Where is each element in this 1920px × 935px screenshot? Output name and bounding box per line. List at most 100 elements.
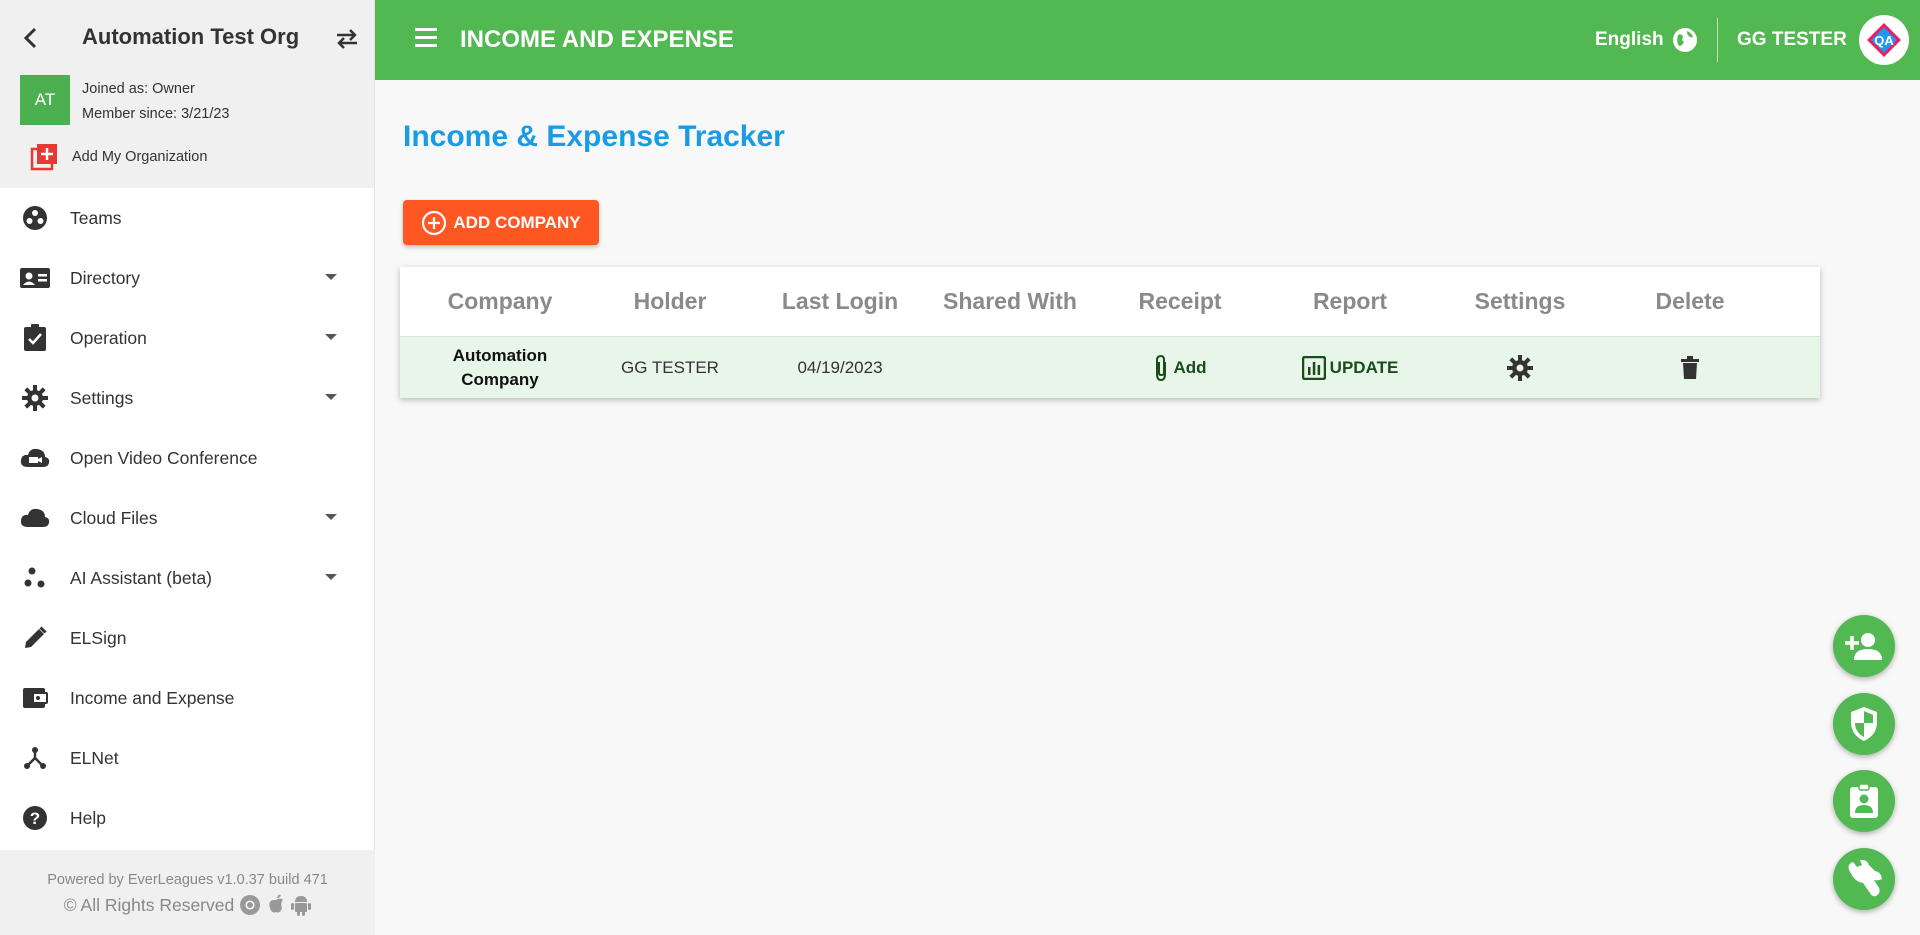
sidebar-item-label: Help	[70, 807, 106, 828]
column-header-last-login: Last Login	[781, 288, 899, 314]
receipt-cell: Add	[1095, 337, 1265, 398]
companies-table: Company Holder Last Login Shared With Re…	[400, 267, 1820, 398]
sidebar-item-label: AI Assistant (beta)	[70, 567, 213, 588]
add-organization-button[interactable]: Add My Organization	[30, 143, 207, 171]
sidebar-item-directory[interactable]: Directory	[0, 248, 375, 308]
sidebar-item-label: ELNet	[70, 747, 119, 768]
sidebar-item-label: Teams	[70, 207, 122, 228]
svg-text:?: ?	[30, 809, 40, 828]
sidebar-item-label: Open Video Conference	[70, 447, 258, 468]
sidebar-item-help[interactable]: ? Help	[0, 788, 375, 848]
chevron-down-icon[interactable]	[325, 514, 337, 520]
chevron-down-icon[interactable]	[325, 574, 337, 580]
sidebar: Automation Test Org AT Joined as: Owner …	[0, 0, 375, 935]
top-bar: INCOME AND EXPENSE English GG TESTER QA	[375, 0, 1920, 80]
page-heading: Income & Expense Tracker	[403, 120, 785, 153]
receipt-add-label: Add	[1173, 357, 1207, 377]
sidebar-item-label: Income and Expense	[70, 687, 235, 708]
company-name-line1: Automation	[452, 345, 548, 365]
hamburger-menu-icon[interactable]	[415, 28, 439, 52]
sidebar-item-video-conference[interactable]: Open Video Conference	[0, 428, 375, 488]
settings-cell	[1435, 337, 1605, 398]
dots-icon	[20, 563, 50, 593]
sidebar-item-elsign[interactable]: ELSign	[0, 608, 375, 668]
chevron-down-icon[interactable]	[325, 274, 337, 280]
sidebar-item-elnet[interactable]: ELNet	[0, 728, 375, 788]
sidebar-item-label: Directory	[70, 267, 141, 288]
add-org-label: Add My Organization	[72, 149, 208, 165]
last-login-cell: 04/19/2023	[797, 357, 883, 377]
chevron-down-icon[interactable]	[325, 394, 337, 400]
column-header-company: Company	[447, 288, 553, 314]
paperclip-icon	[1156, 354, 1167, 381]
user-name: GG TESTER	[1737, 29, 1847, 50]
column-header-receipt: Receipt	[1138, 288, 1222, 314]
back-icon[interactable]	[18, 24, 42, 52]
contact-card-icon	[20, 263, 50, 293]
update-report-button[interactable]: UPDATE	[1301, 355, 1399, 380]
help-icon: ?	[20, 803, 50, 833]
joined-as-text: Joined as: Owner	[82, 81, 195, 97]
sidebar-item-label: Operation	[70, 327, 147, 348]
tools-fab[interactable]	[1833, 848, 1895, 910]
header-divider	[1717, 18, 1718, 62]
table-header: Company Holder Last Login Shared With Re…	[400, 267, 1820, 337]
wallet-icon	[20, 683, 50, 713]
sidebar-item-operation[interactable]: Operation	[0, 308, 375, 368]
page-title: INCOME AND EXPENSE	[460, 26, 734, 53]
org-name: Automation Test Org	[82, 24, 300, 49]
add-company-button[interactable]: ADD COMPANY	[403, 200, 599, 245]
member-info: Joined as: Owner Member since: 3/21/23	[82, 77, 230, 127]
globe-icon	[1672, 28, 1697, 52]
table-row-spacer	[400, 337, 415, 398]
contact-fab[interactable]	[1833, 770, 1895, 832]
sidebar-nav: Teams Directory Operation Settings Open …	[0, 188, 375, 848]
sidebar-item-label: Cloud Files	[70, 507, 158, 528]
powered-by-text: Powered by EverLeagues v1.0.37 build 471	[47, 872, 328, 888]
sidebar-item-ai-assistant[interactable]: AI Assistant (beta)	[0, 548, 375, 608]
person-add-icon	[1845, 633, 1882, 660]
company-cell[interactable]: Automation Company	[415, 337, 585, 398]
sidebar-item-settings[interactable]: Settings	[0, 368, 375, 428]
column-header-holder: Holder	[633, 288, 707, 314]
bar-chart-icon	[1301, 355, 1326, 380]
language-selector[interactable]: English	[1595, 27, 1698, 53]
rights-text: © All Rights Reserved	[63, 894, 235, 915]
gear-icon[interactable]	[1507, 354, 1533, 381]
gear-icon	[20, 383, 50, 413]
add-circle-icon	[422, 210, 447, 235]
language-label: English	[1595, 29, 1664, 50]
assignment-ind-icon	[1850, 783, 1878, 818]
switch-org-icon[interactable]	[334, 26, 360, 52]
chevron-down-icon[interactable]	[325, 334, 337, 340]
apple-icon[interactable]	[266, 894, 286, 916]
sidebar-item-income-expense[interactable]: Income and Expense	[0, 668, 375, 728]
shield-icon	[1851, 707, 1877, 741]
report-update-label: UPDATE	[1329, 357, 1399, 377]
sidebar-item-cloud-files[interactable]: Cloud Files	[0, 488, 375, 548]
report-cell: UPDATE	[1265, 337, 1435, 398]
org-header: Automation Test Org AT Joined as: Owner …	[0, 0, 374, 188]
chrome-icon[interactable]	[239, 894, 261, 916]
rights-row: © All Rights Reserved	[0, 894, 375, 916]
shared-with-cell	[925, 337, 1095, 398]
wrench-icon	[1848, 860, 1882, 897]
avatar-text: QA	[1874, 33, 1894, 48]
security-fab[interactable]	[1833, 693, 1895, 755]
trash-icon[interactable]	[1680, 355, 1700, 380]
add-receipt-button[interactable]: Add	[1153, 354, 1207, 382]
sidebar-item-label: ELSign	[70, 627, 127, 648]
delete-cell	[1605, 337, 1775, 398]
sidebar-item-teams[interactable]: Teams	[0, 188, 375, 248]
column-header-report: Report	[1312, 288, 1388, 314]
user-menu[interactable]: GG TESTER QA	[1737, 15, 1909, 65]
user-avatar: QA	[1858, 15, 1909, 65]
add-user-fab[interactable]	[1833, 615, 1895, 677]
sidebar-item-label: Settings	[70, 387, 134, 408]
add-box-icon	[30, 143, 58, 171]
clipboard-check-icon	[20, 323, 50, 353]
table-row[interactable]: Automation Company GG TESTER 04/19/2023 …	[400, 337, 1820, 398]
android-icon[interactable]	[291, 894, 312, 916]
member-since-text: Member since: 3/21/23	[82, 106, 230, 122]
sidebar-footer: Powered by EverLeagues v1.0.37 build 471…	[0, 850, 375, 935]
